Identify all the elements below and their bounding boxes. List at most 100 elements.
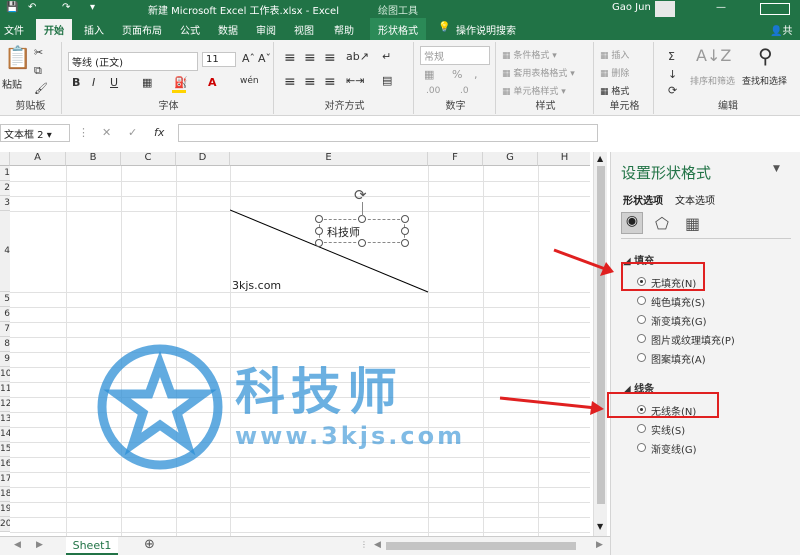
row-header[interactable]: 7 [0,322,10,337]
col-header-b[interactable]: B [66,152,121,166]
scroll-left-icon[interactable]: ◀ [374,540,381,550]
format-cells-button[interactable]: ▦ 格式 [600,84,629,97]
font-name-select[interactable]: 等线 (正文) [68,52,198,71]
row-header[interactable]: 16 [0,457,10,472]
size-properties-icon[interactable]: ▦ [685,214,700,233]
align-top-icon[interactable]: ≡ [284,50,296,66]
align-middle-icon[interactable]: ≡ [304,50,316,66]
clear-icon[interactable]: ⟳ [668,84,677,97]
tab-view[interactable]: 视图 [294,22,314,37]
sort-filter-label[interactable]: 排序和筛选 [690,74,735,87]
resize-handle[interactable] [315,227,323,235]
save-icon[interactable]: 💾 [6,2,18,13]
resize-handle[interactable] [401,239,409,247]
underline-button[interactable]: U [110,76,118,89]
tab-data[interactable]: 数据 [218,22,238,37]
col-header-f[interactable]: F [428,152,483,166]
fill-option-pattern[interactable]: 图案填充(A) [651,351,706,366]
phonetic-icon[interactable]: wén [240,76,259,86]
avatar[interactable] [655,1,675,17]
tab-file[interactable]: 文件 [4,22,24,37]
scroll-down-icon[interactable]: ▼ [597,522,603,531]
enter-icon[interactable]: ✓ [128,126,137,139]
row-header[interactable]: 14 [0,427,10,442]
line-radio-solid[interactable] [637,424,646,433]
tab-page-layout[interactable]: 页面布局 [122,22,162,37]
font-size-select[interactable]: 11 [202,52,236,67]
function-icon[interactable]: fx [154,126,164,139]
resize-handle[interactable] [315,215,323,223]
tab-review[interactable]: 审阅 [256,22,276,37]
row-header[interactable]: 1 [0,166,10,181]
align-bottom-icon[interactable]: ≡ [324,50,336,66]
italic-button[interactable]: I [92,76,95,89]
sort-filter-icon[interactable]: A↓Z [696,46,731,65]
name-box[interactable]: 文本框 2 ▾ [0,124,70,142]
resize-handle[interactable] [358,239,366,247]
row-header[interactable]: 20 [0,517,10,532]
col-header-e[interactable]: E [230,152,428,166]
increase-font-icon[interactable]: Aˆ [242,52,255,65]
fill-color-icon[interactable]: ⛽ [174,76,188,89]
add-sheet-icon[interactable]: ⊕ [144,537,155,552]
col-header-a[interactable]: A [10,152,66,166]
align-center-icon[interactable]: ≡ [304,74,316,90]
paste-label[interactable]: 粘贴 [2,76,22,91]
row-header[interactable]: 6 [0,307,10,322]
find-select-icon[interactable]: ⚲ [758,44,773,68]
merge-icon[interactable]: ▤ [382,74,392,87]
row-header[interactable]: 2 [0,181,10,196]
sum-icon[interactable]: Σ [668,50,675,63]
row-header[interactable]: 8 [0,337,10,352]
row-header[interactable]: 19 [0,502,10,517]
row-header[interactable]: 5 [0,292,10,307]
user-name[interactable]: Gao Jun [612,2,651,13]
formula-input[interactable] [178,124,598,142]
col-header-d[interactable]: D [176,152,230,166]
prev-sheet-icon[interactable]: ◀ [14,540,21,550]
resize-handle[interactable] [401,227,409,235]
ribbon-display-icon[interactable] [760,3,790,15]
fill-option-solid[interactable]: 纯色填充(S) [651,294,705,309]
fill-radio-picture[interactable] [637,334,646,343]
insert-cells-button[interactable]: ▦ 插入 [600,48,629,61]
tab-insert[interactable]: 插入 [84,22,104,37]
fill-radio-pattern[interactable] [637,353,646,362]
copy-icon[interactable]: ⧉ [34,64,42,78]
customize-qat-icon[interactable]: ▾ [90,2,95,13]
share-button[interactable]: 👤共 [770,22,792,37]
pane-tab-shape-options[interactable]: 形状选项 [623,192,663,207]
row-header[interactable]: 3 [0,196,10,211]
cell-styles-button[interactable]: ▦ 单元格样式 ▾ [502,84,566,97]
delete-cells-button[interactable]: ▦ 删除 [600,66,629,79]
effects-icon[interactable]: ⬠ [655,214,669,233]
tab-shape-format[interactable]: 形状格式 [370,18,426,40]
fill-option-picture[interactable]: 图片或纹理填充(P) [651,332,735,347]
line-option-solid[interactable]: 实线(S) [651,422,685,437]
row-header[interactable]: 4 [0,211,10,292]
orientation-icon[interactable]: ab↗ [346,50,369,63]
row-header[interactable]: 13 [0,412,10,427]
format-as-table-button[interactable]: ▦ 套用表格格式 ▾ [502,66,575,79]
indent-icon[interactable]: ⇤⇥ [346,74,364,87]
bold-button[interactable]: B [72,76,80,89]
decrease-decimal-icon[interactable]: .0 [460,86,469,96]
scroll-right-icon[interactable]: ▶ [596,540,603,550]
align-left-icon[interactable]: ≡ [284,74,296,90]
pane-options-icon[interactable]: ▼ [773,164,780,174]
row-header[interactable]: 11 [0,382,10,397]
col-header-g[interactable]: G [483,152,538,166]
row-header[interactable]: 17 [0,472,10,487]
conditional-format-button[interactable]: ▦ 条件格式 ▾ [502,48,557,61]
row-header[interactable]: 15 [0,442,10,457]
align-right-icon[interactable]: ≡ [324,74,336,90]
tab-formulas[interactable]: 公式 [180,22,200,37]
row-header[interactable]: 9 [0,352,10,367]
increase-decimal-icon[interactable]: .00 [426,86,440,96]
select-all-corner[interactable] [0,152,10,166]
row-header[interactable]: 18 [0,487,10,502]
rotate-handle-icon[interactable]: ⟳ [354,186,367,204]
cancel-icon[interactable]: ✕ [102,126,111,139]
fill-icon[interactable]: ↓ [668,68,677,81]
line-radio-gradient[interactable] [637,443,646,452]
